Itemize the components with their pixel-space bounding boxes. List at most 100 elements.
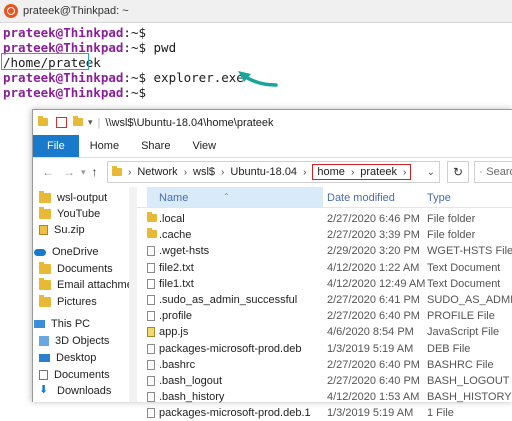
file-type: BASH_HISTORY File <box>427 391 512 404</box>
file-name: .local <box>159 213 185 225</box>
file-type: File folder <box>427 229 476 242</box>
sidebar-item-3d-objects[interactable]: 3D Objects <box>39 335 109 347</box>
breadcrumb-separator: › <box>350 166 355 178</box>
column-header-date[interactable]: Date modified <box>327 192 395 204</box>
file-date: 2/29/2020 3:20 PM <box>327 245 420 258</box>
file-icon <box>147 376 155 386</box>
tab-home[interactable]: Home <box>79 135 130 157</box>
download-icon: ⬇ <box>39 384 49 396</box>
refresh-icon[interactable]: ↻ <box>447 161 469 183</box>
file-date: 1/3/2019 5:19 AM <box>327 407 414 420</box>
sidebar-item-wsl-output[interactable]: wsl-output <box>39 191 107 204</box>
sidebar-item-downloads[interactable]: ⬇ Downloads <box>39 384 111 398</box>
tab-view[interactable]: View <box>181 135 227 157</box>
file-row[interactable]: packages-microsoft-prod.deb.1 1/3/2019 5:… <box>137 405 512 421</box>
search-placeholder: Search pr <box>486 166 512 178</box>
up-arrow-icon[interactable]: ↑ <box>92 165 98 179</box>
column-header-type[interactable]: Type <box>427 192 451 204</box>
file-icon <box>147 295 155 305</box>
file-name: .bashrc <box>159 358 196 371</box>
terminal-line: prateek@Thinkpad:~$ <box>3 25 146 40</box>
file-icon <box>147 408 155 419</box>
back-arrow-icon[interactable]: ← <box>42 165 54 179</box>
quick-access-dropdown-icon[interactable]: ▾ <box>88 117 93 128</box>
cube-icon <box>39 336 49 346</box>
breadcrumb-separator: › <box>303 166 307 178</box>
cloud-icon <box>34 248 46 256</box>
folder-icon <box>39 278 51 290</box>
folder-icon <box>39 295 51 307</box>
terminal-body[interactable]: prateek@Thinkpad:~$ prateek@Thinkpad:~$ … <box>0 22 512 102</box>
column-header-name[interactable]: Name <box>159 192 188 204</box>
breadcrumb-network[interactable]: Network <box>137 166 177 178</box>
folder-icon[interactable] <box>73 115 83 129</box>
sidebar-item-youtube[interactable]: YouTube <box>39 207 100 220</box>
terminal-titlebar: prateek@Thinkpad: ~ <box>0 0 512 23</box>
breadcrumb-ubuntu[interactable]: Ubuntu-18.04 <box>230 166 297 178</box>
file-row[interactable]: .profile 2/27/2020 6:40 PM PROFILE File <box>137 308 512 324</box>
file-row[interactable]: .local 2/27/2020 6:46 PM File folder <box>137 211 512 227</box>
folder-icon <box>38 115 48 129</box>
checkbox-icon[interactable] <box>56 117 67 128</box>
file-name: .wget-hsts <box>159 245 210 258</box>
file-row[interactable]: .bashrc 2/27/2020 6:40 PM BASHRC File <box>137 357 512 373</box>
title-divider: | <box>97 116 101 129</box>
breadcrumb-separator: › <box>402 166 407 178</box>
file-icon <box>147 278 155 289</box>
folder-icon <box>147 212 157 222</box>
file-row[interactable]: .bash_history 4/12/2020 1:53 AM BASH_HISTO… <box>137 389 512 405</box>
address-bar[interactable]: › Network › wsl$ › Ubuntu-18.04 › home ›… <box>107 161 440 183</box>
sidebar-item-email-attachments[interactable]: Email attachmer <box>39 278 136 291</box>
breadcrumb-separator: › <box>221 166 225 178</box>
sidebar-item-su-zip[interactable]: Su.zip <box>39 224 85 236</box>
file-row[interactable]: file2.txt 4/12/2020 1:22 AM Text Document <box>137 260 512 276</box>
sidebar-item-documents-pc[interactable]: Documents <box>39 369 110 381</box>
file-row[interactable]: file1.txt 4/12/2020 12:49 AM Text Document <box>137 276 512 292</box>
file-row[interactable]: .sudo_as_admin_successful 2/27/2020 6:41 … <box>137 292 512 308</box>
search-box[interactable]: Search pr <box>474 161 512 183</box>
sidebar-item-this-pc[interactable]: This PC <box>34 318 90 330</box>
file-name: .bash_history <box>159 391 225 404</box>
file-row[interactable]: packages-microsoft-prod.deb 1/3/2019 5:19… <box>137 341 512 357</box>
file-row[interactable]: .cache 2/27/2020 3:39 PM File folder <box>137 227 512 243</box>
sidebar-item-documents[interactable]: Documents <box>39 262 113 275</box>
file-name: file2.txt <box>159 261 194 274</box>
file-date: 2/27/2020 3:39 PM <box>327 229 420 242</box>
address-dropdown-icon[interactable]: ⌄ <box>427 167 435 178</box>
file-icon <box>147 311 155 322</box>
sidebar-item-onedrive[interactable]: OneDrive <box>34 246 98 258</box>
file-type: SUDO_AS_ADMIN... <box>427 294 512 306</box>
file-icon <box>147 262 155 273</box>
breadcrumb-separator: › <box>128 166 132 178</box>
recent-dropdown-icon[interactable]: ▾ <box>81 167 86 178</box>
breadcrumb-separator: › <box>183 166 188 178</box>
file-date: 4/6/2020 8:54 PM <box>327 326 414 339</box>
tab-file[interactable]: File <box>33 135 79 157</box>
file-date: 4/12/2020 12:49 AM <box>327 277 426 290</box>
file-name: .cache <box>159 229 192 242</box>
folder-icon <box>112 166 122 176</box>
desktop-icon <box>39 354 50 362</box>
file-type: BASH_LOGOUT File <box>427 375 512 387</box>
breadcrumb-wsl[interactable]: wsl$ <box>193 166 215 178</box>
tab-share[interactable]: Share <box>130 135 181 157</box>
navigation-pane-scrollbar[interactable] <box>129 187 137 402</box>
file-row[interactable]: .wget-hsts 2/29/2020 3:20 PM WGET-HSTS Fil… <box>137 243 512 259</box>
file-icon <box>147 343 155 354</box>
window-title: \\wsl$\Ubuntu-18.04\home\prateek <box>105 116 274 129</box>
folder-icon <box>39 207 51 219</box>
file-row[interactable]: app.js 4/6/2020 8:54 PM JavaScript File <box>137 324 512 340</box>
file-type: WGET-HSTS File <box>427 245 512 258</box>
breadcrumb-home[interactable]: home <box>317 166 345 178</box>
sidebar-item-desktop[interactable]: Desktop <box>39 352 96 364</box>
file-name: .sudo_as_admin_successful <box>159 294 298 306</box>
file-name: app.js <box>159 326 189 339</box>
sidebar-item-pictures[interactable]: Pictures <box>39 295 97 308</box>
file-name: .bash_logout <box>159 375 222 387</box>
forward-arrow-icon[interactable]: → <box>63 165 75 179</box>
file-type: 1 File <box>427 407 454 420</box>
navigation-bar: ← → ▾ ↑ › Network › wsl$ › Ubuntu-18.04 … <box>33 157 512 187</box>
breadcrumb-prateek[interactable]: prateek <box>360 166 397 178</box>
file-row[interactable]: .bash_logout 2/27/2020 6:40 PM BASH_LOGOUT… <box>137 373 512 389</box>
file-date: 2/27/2020 6:46 PM <box>327 213 420 225</box>
